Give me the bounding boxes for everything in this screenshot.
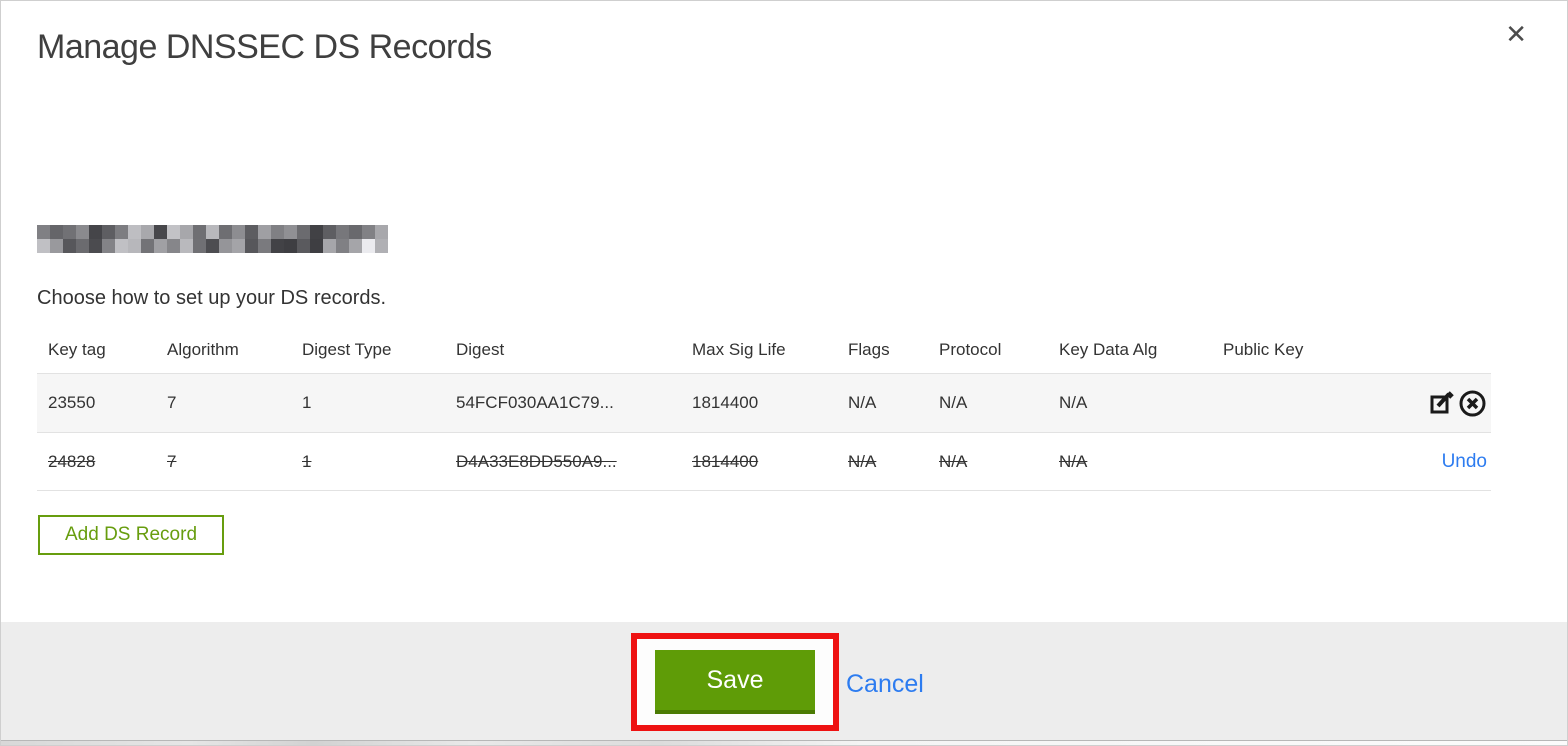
save-button[interactable]: Save bbox=[655, 650, 815, 714]
domain-name-redacted bbox=[37, 225, 388, 253]
table-cell-key-data-alg: N/A bbox=[1059, 393, 1088, 412]
table-cell-flags: N/A bbox=[848, 451, 877, 471]
table-cell-actions bbox=[1342, 389, 1491, 418]
close-icon[interactable]: ✕ bbox=[1505, 21, 1527, 47]
table-cell-max-sig-life: 1814400 bbox=[692, 393, 759, 412]
column-header: Protocol bbox=[939, 340, 1002, 359]
column-header: Digest bbox=[456, 340, 505, 359]
column-header: Flags bbox=[848, 340, 890, 359]
dnssec-modal: Manage DNSSEC DS Records ✕ Choose how to… bbox=[0, 0, 1568, 746]
table-cell-actions: Undo bbox=[1342, 451, 1491, 473]
table-cell-algorithm: 7 bbox=[167, 393, 177, 412]
column-header: Digest Type bbox=[302, 340, 392, 359]
page-title: Manage DNSSEC DS Records bbox=[37, 28, 492, 66]
edit-icon[interactable] bbox=[1429, 390, 1456, 417]
table-cell-digest-type: 1 bbox=[302, 393, 312, 412]
modal-footer: Save Cancel bbox=[1, 622, 1567, 743]
table-cell-digest: D4A33E8DD550A9... bbox=[456, 451, 617, 471]
column-header: Algorithm bbox=[167, 340, 239, 359]
table-cell-protocol: N/A bbox=[939, 451, 968, 471]
delete-icon[interactable] bbox=[1458, 389, 1487, 418]
table-cell-key-data-alg: N/A bbox=[1059, 451, 1088, 471]
annotation-highlight-box: Save bbox=[631, 633, 839, 731]
table-body: 23550 7 1 54FCF030AA1C79... 1814400 N/A N/A N/A… bbox=[37, 373, 1491, 491]
table-cell-key-tag: 24828 bbox=[48, 451, 96, 471]
table-cell-protocol: N/A bbox=[939, 393, 968, 412]
cancel-link[interactable]: Cancel bbox=[846, 670, 924, 699]
table-row: 23550 7 1 54FCF030AA1C79... 1814400 N/A N/A N/A bbox=[37, 373, 1491, 432]
column-header: Public Key bbox=[1223, 340, 1304, 359]
column-header: Key tag bbox=[48, 340, 106, 359]
column-header: Max Sig Life bbox=[692, 340, 786, 359]
table-cell-flags: N/A bbox=[848, 393, 877, 412]
table-cell-digest: 54FCF030AA1C79... bbox=[456, 393, 614, 412]
table-cell-max-sig-life: 1814400 bbox=[692, 451, 759, 471]
table-header-row: Key tag Algorithm Digest Type Digest Max Sig… bbox=[37, 327, 1491, 373]
table-row: 24828 7 1 D4A33E8DD550A9... 1814400 N/A N/A N/A… bbox=[37, 432, 1491, 491]
ds-records-table: Key tag Algorithm Digest Type Digest Max Sig… bbox=[37, 327, 1491, 491]
table-cell-key-tag: 23550 bbox=[48, 393, 96, 412]
subtitle-text: Choose how to set up your DS records. bbox=[37, 287, 387, 309]
add-ds-record-button[interactable]: Add DS Record bbox=[38, 515, 225, 555]
table-cell-algorithm: 7 bbox=[167, 451, 177, 471]
background-page-sliver bbox=[1, 741, 1567, 745]
undo-link[interactable]: Undo bbox=[1442, 451, 1487, 473]
table-cell-digest-type: 1 bbox=[302, 451, 312, 471]
column-header: Key Data Alg bbox=[1059, 340, 1158, 359]
